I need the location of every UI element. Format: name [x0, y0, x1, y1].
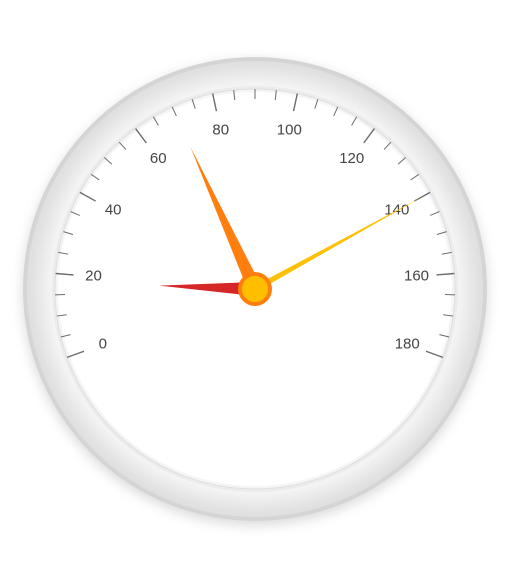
tick-label: 160 — [404, 267, 429, 284]
gauge-chart: 020406080100120140160180 — [0, 0, 509, 578]
tick-label: 80 — [212, 122, 229, 139]
tick-label: 100 — [277, 122, 302, 139]
gauge-cap — [238, 272, 272, 306]
gauge-svg: 020406080100120140160180 — [0, 0, 509, 578]
tick-label: 0 — [99, 335, 107, 352]
tick-label: 20 — [85, 267, 102, 284]
cap-inner — [242, 276, 268, 302]
tick-label: 60 — [150, 150, 167, 167]
tick-label: 180 — [395, 335, 420, 352]
tick-label: 40 — [105, 202, 122, 219]
tick-label: 120 — [339, 150, 364, 167]
